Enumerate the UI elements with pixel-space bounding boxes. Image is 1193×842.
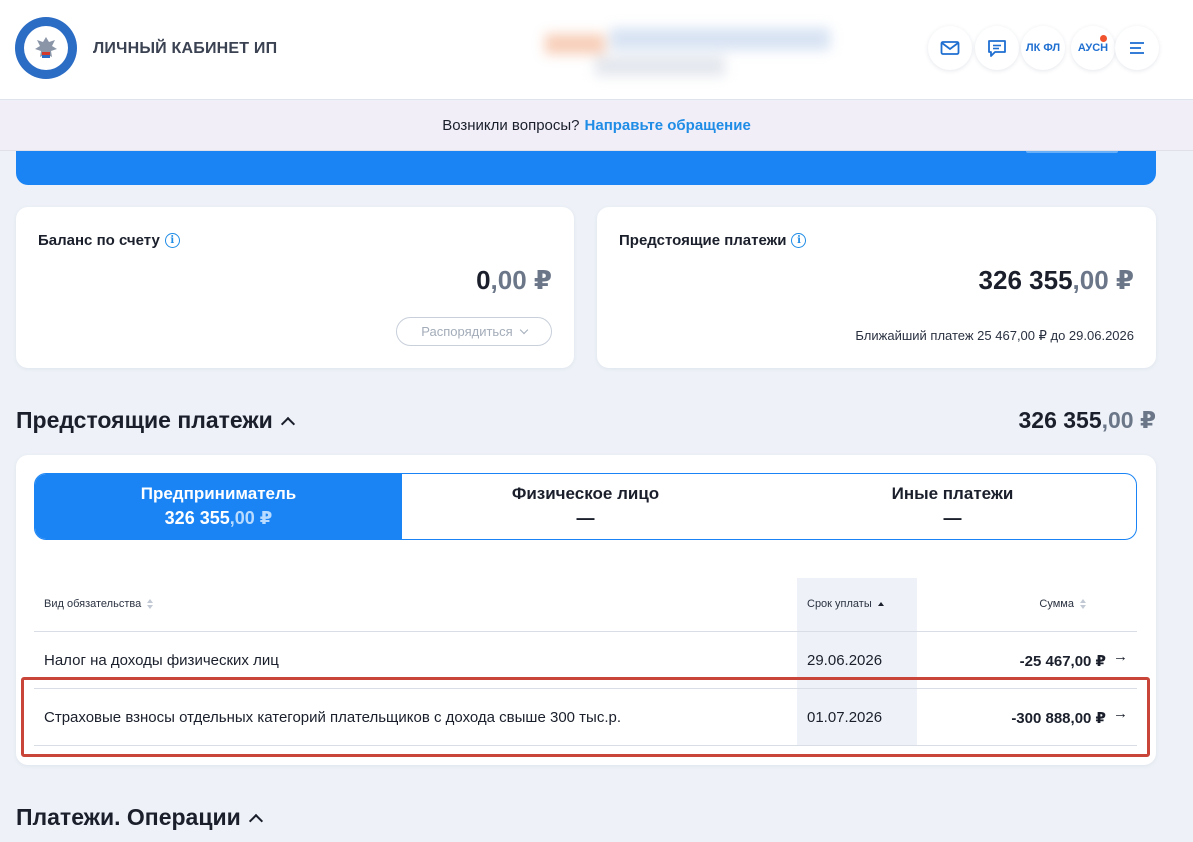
info-icon[interactable]: i [164,233,180,248]
upcoming-payments-card: Предстоящие платежи i 326 355,00 ₽ Ближа… [597,207,1156,368]
messages-button[interactable] [928,26,972,70]
arrow-right-icon[interactable]: → [1113,648,1128,665]
upcoming-section-total: 326 355,00 ₽ [1018,407,1156,433]
header: ЛИЧНЫЙ КАБИНЕТ ИП ЛК ФЛ АУСН [0,0,1193,100]
row-due: 29.06.2026 [807,652,883,669]
tab-individual[interactable]: Физическое лицо — [402,474,769,539]
user-name-blurred [545,28,835,80]
row-sum: -25 467,00 ₽ [1019,653,1106,670]
chevron-up-icon [280,416,295,431]
operations-section-title: Платежи. Операции [16,804,241,830]
column-header-sum[interactable]: Сумма [1039,598,1086,610]
operations-section-toggle[interactable]: Платежи. Операции [16,804,263,831]
balance-card: Баланс по счету i 0,00 ₽ Распорядиться [16,207,574,368]
upcoming-title: Предстоящие платежи [619,232,787,249]
chat-icon [988,40,1006,57]
chat-button[interactable] [975,26,1019,70]
notification-dot [1100,35,1107,42]
chevron-down-icon [519,325,528,335]
sort-asc-icon [877,602,884,606]
sort-icon [147,599,154,609]
help-banner: Возникли вопросы? Направьте обращение [0,101,1193,151]
sort-icon [1080,599,1086,609]
column-header-type[interactable]: Вид обязательства [44,598,154,610]
lk-fl-button[interactable]: ЛК ФЛ [1021,26,1065,70]
mail-icon [940,41,960,55]
brand-title: ЛИЧНЫЙ КАБИНЕТ ИП [93,40,278,57]
row-highlight-box [21,677,1150,757]
upcoming-amount: 326 355,00 ₽ [978,265,1134,295]
ausn-label: АУСН [1077,42,1109,54]
tab-entrepreneur[interactable]: Предприниматель 326 355,00 ₽ [35,474,402,539]
chevron-up-icon [248,813,263,828]
tab-other-payments[interactable]: Иные платежи — [769,474,1136,539]
nearest-payment: Ближайший платеж 25 467,00 ₽ до 29.06.20… [855,328,1134,343]
ausn-button[interactable]: АУСН [1071,26,1115,70]
menu-button[interactable] [1115,26,1159,70]
eagle-emblem-icon [35,37,57,58]
balance-title: Баланс по счету [38,232,160,249]
menu-icon [1130,42,1144,54]
dispose-button[interactable]: Распорядиться [396,317,552,346]
send-request-link[interactable]: Направьте обращение [585,117,751,134]
upcoming-section-toggle[interactable]: Предстоящие платежи [16,407,295,434]
upcoming-section-title: Предстоящие платежи [16,407,273,433]
payer-tabs: Предприниматель 326 355,00 ₽ Физическое … [34,473,1137,540]
column-header-due[interactable]: Срок уплаты [807,598,884,610]
info-icon[interactable]: i [791,233,807,248]
payments-table-card: Предприниматель 326 355,00 ₽ Физическое … [16,455,1156,765]
balance-amount: 0,00 ₽ [476,265,552,295]
row-type: Налог на доходы физических лиц [44,652,279,669]
fns-logo[interactable] [15,17,77,79]
help-question: Возникли вопросы? [442,117,580,134]
